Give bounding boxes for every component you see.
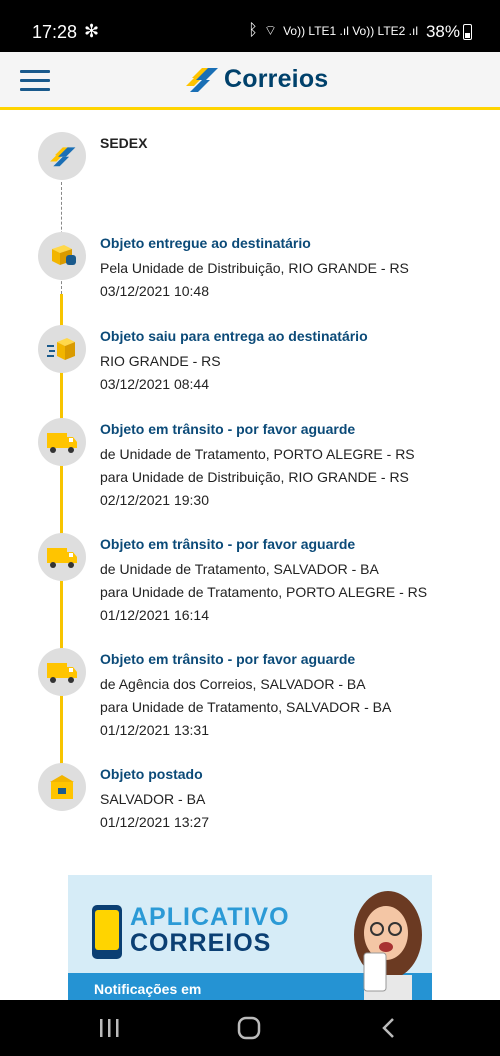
battery: 38%: [426, 22, 472, 42]
event-destination: para Unidade de Tratamento, SALVADOR - B…: [100, 699, 392, 715]
event-title: Objeto em trânsito - por favor aguarde: [100, 536, 356, 552]
event-datetime: 01/12/2021 13:27: [100, 814, 209, 830]
truck-icon: [38, 418, 86, 466]
status-bar: 17:28 ✻ ᛒ ⌔ Vo)) LTE1 .ıl Vo)) LTE2 .ıl …: [0, 0, 500, 52]
hamburger-menu-icon[interactable]: [20, 70, 50, 92]
event-destination: para Unidade de Distribuição, RIO GRANDE…: [100, 469, 409, 485]
home-icon[interactable]: [234, 1014, 264, 1042]
phone-icon: [92, 905, 122, 959]
correios-logo-icon: [38, 132, 86, 180]
truck-icon: [38, 648, 86, 696]
event-datetime: 03/12/2021 08:44: [100, 376, 209, 392]
wifi-icon: ⌔: [263, 22, 278, 38]
event-title: Objeto em trânsito - por favor aguarde: [100, 421, 356, 437]
event-destination: para Unidade de Tratamento, PORTO ALEGRE…: [100, 584, 428, 600]
event-origin: de Unidade de Tratamento, PORTO ALEGRE -…: [100, 446, 415, 462]
event-title: Objeto postado: [100, 766, 203, 782]
event-title: Objeto entregue ao destinatário: [100, 235, 311, 251]
event-location: Pela Unidade de Distribuição, RIO GRANDE…: [100, 260, 409, 276]
battery-percent: 38%: [425, 22, 460, 41]
system-nav-bar: [0, 1000, 500, 1056]
package-delivered-icon: [38, 232, 86, 280]
event-datetime: 03/12/2021 10:48: [100, 283, 209, 299]
correios-logo: Correios: [182, 64, 328, 94]
event-datetime: 01/12/2021 13:31: [100, 722, 209, 738]
package-out-for-delivery-icon: [38, 325, 86, 373]
battery-icon: [463, 24, 472, 40]
truck-icon: [38, 533, 86, 581]
fan-icon: ✻: [84, 21, 100, 41]
app-promo-banner[interactable]: APLICATIVO CORREIOS Notificações em: [68, 875, 432, 1000]
banner-title-2: CORREIOS: [130, 929, 272, 957]
banner-title-1: APLICATIVO: [130, 903, 290, 931]
network-status: Vo)) LTE1 .ıl Vo)) LTE2 .ıl: [283, 24, 418, 38]
event-location: SALVADOR - BA: [100, 791, 206, 807]
bluetooth-icon: ᛒ: [248, 22, 258, 39]
event-datetime: 01/12/2021 16:14: [100, 607, 209, 623]
app-header: Correios: [0, 52, 500, 110]
back-icon[interactable]: [374, 1014, 404, 1042]
logo-text: Correios: [224, 64, 329, 93]
banner-subtitle: Notificações em: [94, 981, 202, 997]
correios-logo-icon: [186, 68, 218, 92]
service-name: SEDEX: [100, 135, 148, 151]
event-title: Objeto em trânsito - por favor aguarde: [100, 651, 356, 667]
smiling-woman-image: [354, 891, 422, 1000]
status-time: 17:28: [32, 22, 78, 42]
post-office-icon: [38, 763, 86, 811]
event-origin: de Agência dos Correios, SALVADOR - BA: [100, 676, 366, 692]
event-location: RIO GRANDE - RS: [100, 353, 221, 369]
event-datetime: 02/12/2021 19:30: [100, 492, 209, 508]
recent-apps-icon[interactable]: [94, 1014, 124, 1042]
event-title: Objeto saiu para entrega ao destinatário: [100, 328, 368, 344]
network-indicators: ᛒ ⌔ Vo)) LTE1 .ıl Vo)) LTE2 .ıl: [248, 22, 418, 40]
event-origin: de Unidade de Tratamento, SALVADOR - BA: [100, 561, 379, 577]
